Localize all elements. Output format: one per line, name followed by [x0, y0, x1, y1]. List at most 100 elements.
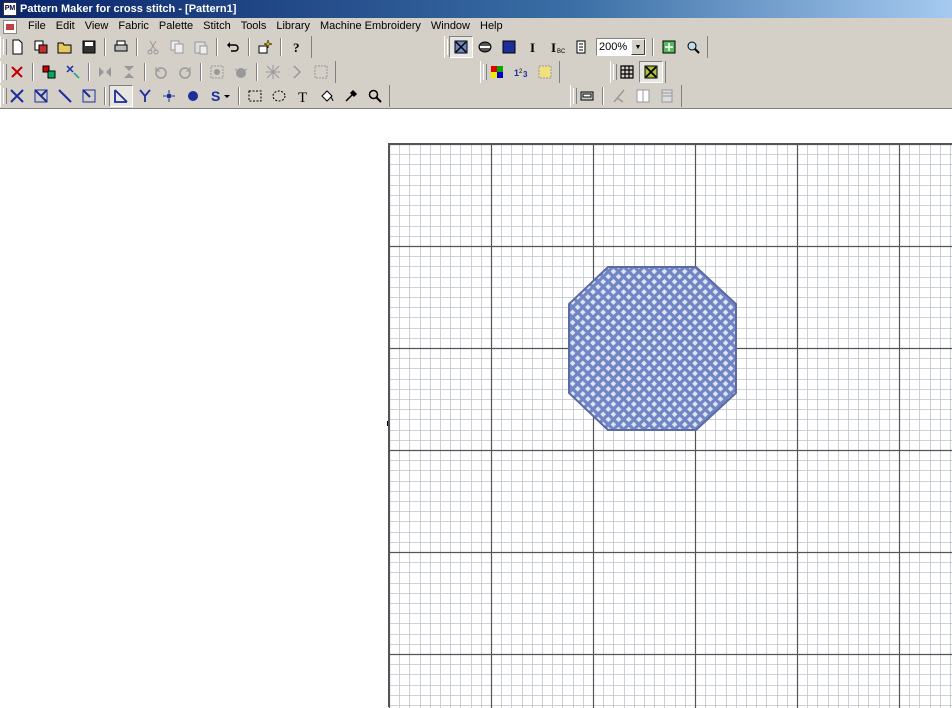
zoom-fit-icon[interactable]	[657, 36, 681, 58]
swap-stitch-icon[interactable]	[61, 61, 85, 83]
paint-bucket-icon[interactable]	[315, 85, 339, 107]
grid-toggle-icon[interactable]	[615, 61, 639, 83]
undo-icon[interactable]	[221, 36, 245, 58]
bug-icon[interactable]	[229, 61, 253, 83]
toolbar-palette: 123	[480, 60, 666, 84]
lasso-select-icon[interactable]	[267, 85, 291, 107]
view-symbol-color-icon[interactable]: I BC	[545, 36, 569, 58]
flip-vertical-icon[interactable]	[117, 61, 141, 83]
new-window-icon[interactable]	[29, 36, 53, 58]
open-folder-icon[interactable]	[53, 36, 77, 58]
long-stitch-icon[interactable]	[133, 85, 157, 107]
menu-file[interactable]: File	[23, 18, 51, 35]
toolbar-separator	[256, 63, 258, 81]
toolbar-group-edit	[0, 61, 336, 83]
zoom-select[interactable]: 200% ▼	[596, 38, 646, 56]
menu-stitch[interactable]: Stitch	[198, 18, 236, 35]
toolbar-separator	[32, 63, 34, 81]
menu-help[interactable]: Help	[475, 18, 508, 35]
full-cross-stitch-icon[interactable]	[5, 85, 29, 107]
rotate-right-icon[interactable]	[173, 61, 197, 83]
menu-view[interactable]: View	[80, 18, 114, 35]
new-file-icon[interactable]	[5, 36, 29, 58]
toolbar-separator	[104, 87, 106, 105]
magnifier-icon[interactable]	[363, 85, 387, 107]
toolbar-separator	[216, 38, 218, 56]
menu-fabric[interactable]: Fabric	[113, 18, 154, 35]
split-view-icon[interactable]	[631, 85, 655, 107]
bead-icon[interactable]	[181, 85, 205, 107]
wizard-icon[interactable]	[253, 36, 277, 58]
special-stitch-icon[interactable]: S	[205, 85, 235, 107]
needle-tool-icon[interactable]	[607, 85, 631, 107]
cross-stitch-octagon[interactable]	[568, 266, 737, 431]
svg-text:I: I	[530, 40, 535, 55]
toolbar-view: I I BC 200% ▼	[444, 35, 708, 59]
menu-edit[interactable]: Edit	[51, 18, 80, 35]
page-view-icon[interactable]	[569, 36, 593, 58]
fill-pattern-icon[interactable]	[261, 61, 285, 83]
rectangle-select-icon[interactable]	[243, 85, 267, 107]
toolbar-separator	[238, 87, 240, 105]
layers-icon[interactable]	[655, 85, 679, 107]
toolbar-group-palette: 123	[480, 61, 560, 83]
rotate-left-icon[interactable]	[149, 61, 173, 83]
toolbar-separator	[200, 63, 202, 81]
numbering-icon[interactable]: 123	[509, 61, 533, 83]
print-icon[interactable]	[109, 36, 133, 58]
cross-stitch-toggle-icon[interactable]	[639, 61, 663, 83]
delete-icon[interactable]	[5, 61, 29, 83]
backstitch-icon[interactable]	[109, 85, 133, 107]
svg-text:I: I	[551, 40, 556, 55]
copy-icon[interactable]	[165, 36, 189, 58]
toolbar-separator	[602, 87, 604, 105]
save-icon[interactable]	[77, 36, 101, 58]
svg-text:S: S	[211, 88, 220, 104]
svg-text:3: 3	[523, 70, 528, 79]
text-tool-icon[interactable]: T	[291, 85, 315, 107]
chevron-down-icon[interactable]: ▼	[631, 39, 645, 55]
pattern-canvas[interactable]	[388, 143, 952, 708]
toolbar-separator	[136, 38, 138, 56]
toolbar-separator	[144, 63, 146, 81]
help-icon[interactable]: ?	[285, 36, 309, 58]
svg-text:BC: BC	[557, 49, 565, 55]
backstitch-tool-icon[interactable]	[285, 61, 309, 83]
svg-text:?: ?	[293, 40, 300, 55]
document-icon[interactable]	[3, 19, 17, 34]
toolbar-separator	[248, 38, 250, 56]
cut-icon[interactable]	[141, 36, 165, 58]
french-knot-icon[interactable]	[157, 85, 181, 107]
view-symbol-icon[interactable]: I	[521, 36, 545, 58]
select-stitches-icon[interactable]	[205, 61, 229, 83]
toolbar-group-misc	[570, 85, 682, 107]
paste-icon[interactable]	[189, 36, 213, 58]
toolbar-separator	[104, 38, 106, 56]
view-color-block-icon[interactable]	[497, 36, 521, 58]
menu-library[interactable]: Library	[271, 18, 315, 35]
sewing-machine-icon[interactable]	[575, 85, 599, 107]
palette-colors-icon[interactable]	[485, 61, 509, 83]
view-cross-stitch-icon[interactable]	[449, 36, 473, 58]
menu-tools[interactable]: Tools	[236, 18, 272, 35]
quarter-stitch-icon[interactable]	[77, 85, 101, 107]
flip-horizontal-icon[interactable]	[93, 61, 117, 83]
eyedropper-icon[interactable]	[339, 85, 363, 107]
menu-machine-embroidery[interactable]: Machine Embroidery	[315, 18, 426, 35]
color-reduce-icon[interactable]	[533, 61, 557, 83]
toolbar-group-file: ?	[0, 36, 312, 58]
toolbar-edit	[0, 60, 336, 84]
selection-box-icon[interactable]	[309, 61, 333, 83]
pattern-grid[interactable]	[389, 144, 952, 708]
three-quarter-stitch-icon[interactable]	[29, 85, 53, 107]
view-realistic-icon[interactable]	[473, 36, 497, 58]
app-icon: PM	[3, 2, 17, 16]
menu-palette[interactable]: Palette	[154, 18, 198, 35]
half-stitch-icon[interactable]	[53, 85, 77, 107]
menu-window[interactable]: Window	[426, 18, 475, 35]
svg-text:T: T	[298, 90, 307, 104]
toolbar-misc	[570, 84, 682, 108]
title-bar: PM Pattern Maker for cross stitch - [Pat…	[0, 0, 952, 18]
zoom-magnifier-icon[interactable]	[681, 36, 705, 58]
replace-color-icon[interactable]	[37, 61, 61, 83]
